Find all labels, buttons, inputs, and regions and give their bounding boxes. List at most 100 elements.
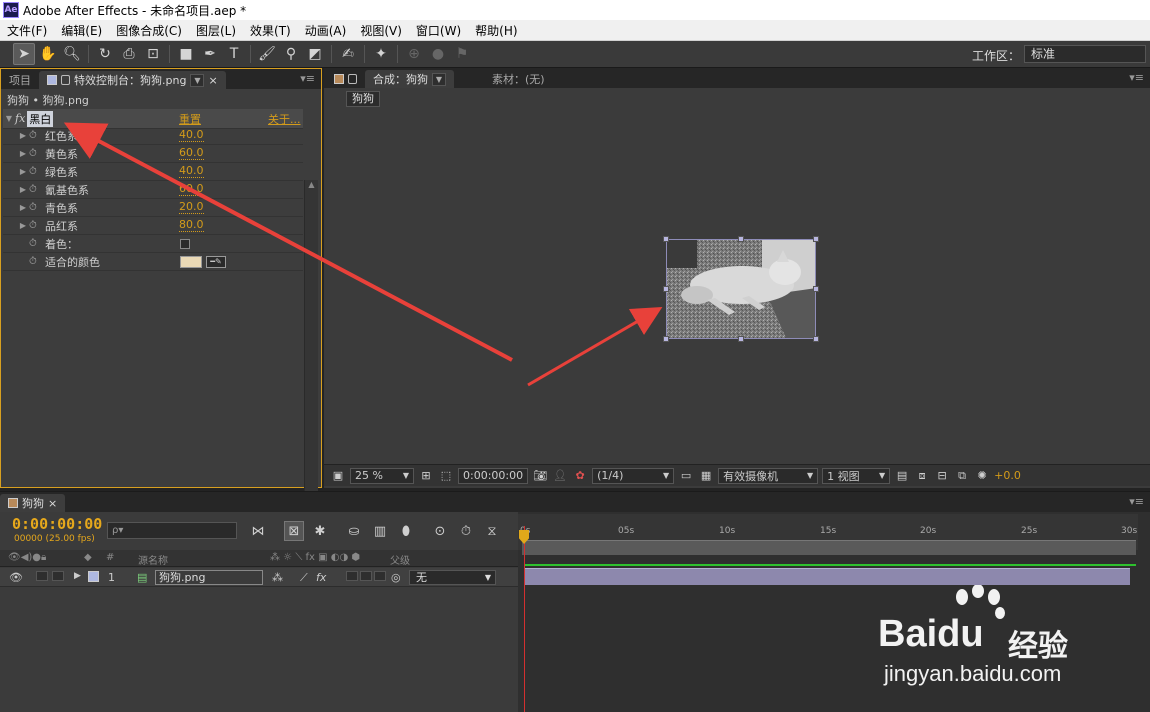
stopwatch-icon[interactable]: ⏱ (29, 166, 41, 177)
flowchart-icon[interactable]: ⧉ (954, 468, 970, 484)
param-row-tint-color[interactable]: ⏱ 适合的颜色 ━✎ (3, 253, 303, 271)
transform-handle[interactable] (738, 236, 744, 242)
transform-handle[interactable] (663, 236, 669, 242)
tab-composition[interactable]: 合成：狗狗 ▼ (365, 70, 454, 88)
param-row-red[interactable]: ▶ ⏱ 红色系 40.0 (3, 127, 303, 145)
expand-triangle-icon[interactable]: ▶ (17, 149, 29, 158)
region-of-interest-icon[interactable]: ▭ (678, 468, 694, 484)
eye-icon[interactable]: 👁︎ (9, 571, 23, 584)
rotate-tool-icon[interactable]: ↻ (94, 43, 116, 65)
clone-stamp-tool-icon[interactable]: ⚲ (280, 43, 302, 65)
pan-behind-tool-icon[interactable]: ⊡ (142, 43, 164, 65)
stopwatch-icon[interactable]: ⏱ (29, 184, 41, 195)
param-value[interactable]: 40.0 (179, 165, 204, 178)
menu-help[interactable]: 帮助(H) (468, 22, 524, 39)
stopwatch-icon[interactable]: ⏱ (29, 256, 41, 267)
frame-blend-switch[interactable] (346, 571, 358, 581)
panel-menu-icon[interactable]: ▾≡ (1129, 495, 1144, 508)
menu-composition[interactable]: 图像合成(C) (109, 22, 189, 39)
text-tool-icon[interactable]: T (223, 43, 245, 65)
tab-project[interactable]: 项目 (1, 71, 39, 89)
layer-duration-bar[interactable] (524, 568, 1130, 585)
expand-triangle-icon[interactable]: ▶ (74, 571, 81, 581)
fx-switch-icon[interactable]: fx (316, 571, 326, 584)
transform-handle[interactable] (663, 286, 669, 292)
safe-margins-icon[interactable]: ⊞ (418, 468, 434, 484)
scrollbar[interactable]: ▲ ▼ (304, 180, 318, 536)
panel-menu-icon[interactable]: ▾≡ (300, 72, 315, 85)
tint-checkbox[interactable] (180, 238, 190, 249)
stopwatch-icon[interactable]: ⏱ (29, 202, 41, 213)
param-row-cyan-base[interactable]: ▶ ⏱ 氰基色系 60.0 (3, 181, 303, 199)
brush-tool-icon[interactable]: 🖌︎ (256, 43, 278, 65)
comp-mini-flowchart-icon[interactable]: ⋈ (248, 521, 268, 541)
expand-triangle-icon[interactable]: ▶ (17, 167, 29, 176)
stopwatch-icon[interactable]: ⏱ (29, 130, 41, 141)
param-row-yellow[interactable]: ▶ ⏱ 黄色系 60.0 (3, 145, 303, 163)
quality-switch-icon[interactable]: ⟋ (300, 571, 308, 585)
expand-triangle-icon[interactable]: ▼ (3, 114, 15, 123)
param-value[interactable]: 80.0 (179, 219, 204, 232)
layer-row[interactable]: 👁︎ ▶ 1 ▤ 狗狗.png ⁂ ⟋ fx ◎ 无 ▼ (0, 568, 518, 587)
shy-layers-icon[interactable]: ✱ (310, 521, 330, 541)
param-row-green[interactable]: ▶ ⏱ 绿色系 40.0 (3, 163, 303, 181)
roto-brush-tool-icon[interactable]: ✍ (337, 43, 359, 65)
lock-icon[interactable] (348, 74, 357, 84)
reset-link[interactable]: 重置 (179, 111, 201, 127)
menu-layer[interactable]: 图层(L) (189, 22, 243, 39)
av-features-icon[interactable]: 👁︎◀)●🔒︎ (8, 552, 46, 563)
close-icon[interactable]: × (208, 74, 217, 87)
toggle-pixel-aspect-icon[interactable]: ▤ (894, 468, 910, 484)
brainstorm-icon[interactable]: ⬮ (396, 521, 416, 541)
menu-edit[interactable]: 编辑(E) (54, 22, 109, 39)
stopwatch-icon[interactable]: ⏱ (29, 238, 41, 249)
menu-window[interactable]: 窗口(W) (409, 22, 468, 39)
param-row-blue[interactable]: ▶ ⏱ 青色系 20.0 (3, 199, 303, 217)
label-color-swatch[interactable] (88, 571, 99, 582)
parent-select[interactable]: 无 ▼ (409, 570, 496, 585)
playhead[interactable] (524, 526, 525, 712)
snapshot-camera-icon[interactable]: 📷︎ (532, 468, 548, 484)
menu-animation[interactable]: 动画(A) (298, 22, 354, 39)
draft-3d-icon[interactable]: ⊠ (284, 521, 304, 541)
hand-tool-icon[interactable]: ✋ (37, 43, 59, 65)
rectangle-tool-icon[interactable]: ■ (175, 43, 197, 65)
fx-icon[interactable]: fx (15, 112, 25, 125)
chevron-down-icon[interactable]: ▼ (190, 73, 205, 87)
resolution-select[interactable]: (1/4) ▼ (592, 467, 675, 484)
puppet-overlap-icon[interactable]: ⊕ (403, 43, 425, 65)
exposure-icon[interactable]: ✺ (974, 468, 990, 484)
effect-header-row[interactable]: ▼ fx 黑白 重置 关于... (3, 109, 303, 129)
stopwatch-icon[interactable]: ⏱ (456, 521, 476, 541)
transform-handle[interactable] (813, 336, 819, 342)
param-value[interactable]: 60.0 (179, 147, 204, 160)
column-source-name[interactable]: 源名称 (138, 552, 168, 567)
mask-visibility-icon[interactable]: ⬚ (438, 468, 454, 484)
lock-toggle[interactable] (52, 571, 64, 581)
param-value[interactable]: 40.0 (179, 129, 204, 142)
zoom-tool-icon[interactable]: 🔍︎ (61, 43, 83, 65)
pickwhip-icon[interactable]: ◎ (391, 571, 401, 584)
auto-keyframe-icon[interactable]: ⊙ (430, 521, 450, 541)
param-row-tint[interactable]: ⏱ 着色： (3, 235, 303, 253)
eraser-tool-icon[interactable]: ◩ (304, 43, 326, 65)
pen-tool-icon[interactable]: ✒ (199, 43, 221, 65)
switches-icon[interactable]: ⁂ ☼ ⟍ fx ▣ ◐◑ ⬢ (270, 552, 360, 563)
color-swatch[interactable] (180, 255, 202, 268)
column-parent[interactable]: 父级 (390, 552, 410, 567)
menu-view[interactable]: 视图(V) (353, 22, 409, 39)
graph-editor-icon[interactable]: ⧖ (482, 521, 502, 541)
comp-name-chip[interactable]: 狗狗 (346, 91, 380, 107)
chevron-down-icon[interactable]: ▼ (432, 72, 446, 86)
channels-icon[interactable]: ✿ (572, 468, 588, 484)
puppet-starch-icon[interactable]: ● (427, 43, 449, 65)
stopwatch-icon[interactable]: ⏱ (29, 148, 41, 159)
views-select[interactable]: 1 视图 ▼ (822, 467, 891, 484)
shy-switch-icon[interactable]: ⁂ (272, 571, 283, 584)
timeline-icon[interactable]: ⊟ (934, 468, 950, 484)
layer-name[interactable]: 狗狗.png (155, 570, 263, 585)
motion-blur-icon[interactable]: ▥ (370, 521, 390, 541)
eyedropper-icon[interactable]: ━✎ (206, 255, 226, 268)
scroll-up-icon[interactable]: ▲ (305, 180, 318, 189)
expand-triangle-icon[interactable]: ▶ (17, 131, 29, 140)
